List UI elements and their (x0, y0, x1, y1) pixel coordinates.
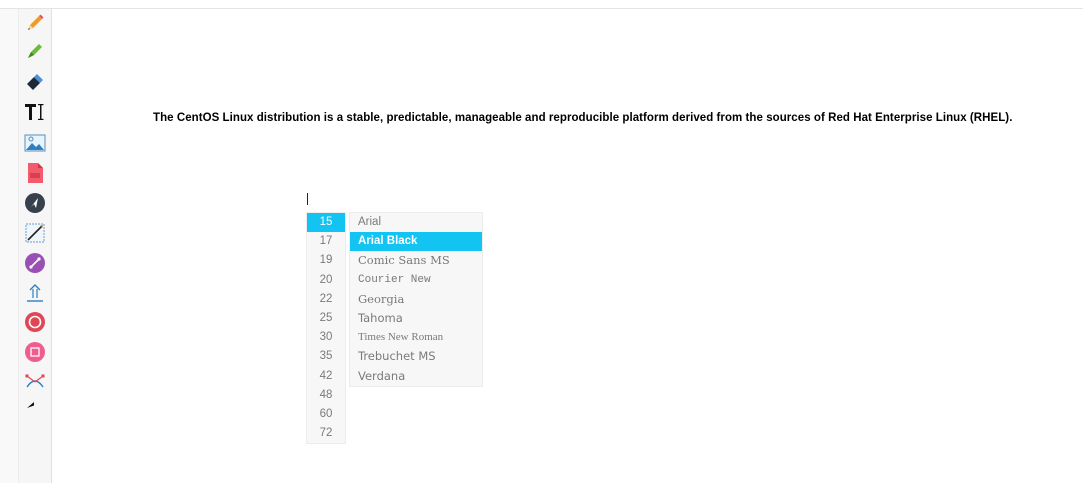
font-size-option[interactable]: 60 (307, 405, 345, 424)
arrow-line-tool[interactable] (19, 252, 51, 274)
font-family-list: Arial Arial Black Comic Sans MS Courier New… (349, 212, 483, 387)
undo-tool[interactable] (19, 399, 51, 421)
font-size-option[interactable]: 35 (307, 347, 345, 366)
canvas-text-object[interactable]: The CentOS Linux distribution is a stabl… (153, 112, 1012, 124)
left-gutter (0, 9, 19, 483)
font-size-option[interactable]: 30 (307, 328, 345, 347)
rectangle-icon (25, 342, 45, 362)
font-size-option[interactable]: 25 (307, 309, 345, 328)
font-family-option[interactable]: Arial (350, 213, 482, 232)
eraser-icon (27, 74, 43, 90)
font-size-option[interactable]: 42 (307, 367, 345, 386)
image-icon (24, 134, 46, 152)
eraser-tool[interactable] (19, 71, 51, 93)
font-family-option[interactable]: Georgia (350, 290, 482, 309)
circle-icon (25, 312, 45, 332)
font-size-option[interactable]: 15 (307, 213, 345, 233)
drawing-toolbar (19, 9, 52, 483)
font-size-option[interactable]: 22 (307, 290, 345, 309)
font-family-option[interactable]: Trebuchet MS (350, 347, 482, 366)
pdf-tool[interactable] (19, 162, 51, 184)
font-family-option[interactable]: Tahoma (350, 309, 482, 328)
font-family-option[interactable]: Courier New (350, 271, 482, 290)
bezier-icon (25, 374, 45, 388)
font-size-option[interactable]: 48 (307, 386, 345, 405)
circle-tool[interactable] (19, 311, 51, 333)
font-family-option[interactable]: Verdana (350, 367, 482, 386)
line-icon (25, 223, 45, 243)
marker-icon (28, 44, 42, 58)
pointer-icon (25, 193, 45, 213)
top-divider (0, 8, 1083, 9)
image-tool[interactable] (19, 132, 51, 154)
font-size-option[interactable]: 17 (307, 232, 345, 251)
pointer-tool[interactable] (19, 192, 51, 214)
text-tool[interactable] (19, 101, 51, 123)
upload-icon (27, 284, 43, 302)
upload-tool[interactable] (19, 282, 51, 304)
bezier-tool[interactable] (19, 371, 51, 393)
pdf-icon (28, 163, 43, 183)
undo-icon (27, 402, 34, 408)
pencil-icon (28, 14, 44, 30)
arrow-line-icon (25, 253, 45, 273)
marker-tool[interactable] (19, 40, 51, 62)
font-family-option[interactable]: Comic Sans MS (350, 251, 482, 270)
font-size-option[interactable]: 20 (307, 271, 345, 290)
text-tool-icon (25, 104, 44, 120)
rectangle-tool[interactable] (19, 341, 51, 363)
font-family-option[interactable]: Times New Roman (350, 328, 482, 347)
font-size-option[interactable]: 19 (307, 251, 345, 270)
font-size-list: 15 17 19 20 22 25 30 35 42 48 60 72 (306, 212, 346, 445)
text-caret (307, 193, 308, 205)
font-size-option[interactable]: 72 (307, 424, 345, 443)
font-family-option[interactable]: Arial Black (350, 232, 482, 252)
pencil-tool[interactable] (19, 12, 51, 34)
line-tool[interactable] (19, 222, 51, 244)
